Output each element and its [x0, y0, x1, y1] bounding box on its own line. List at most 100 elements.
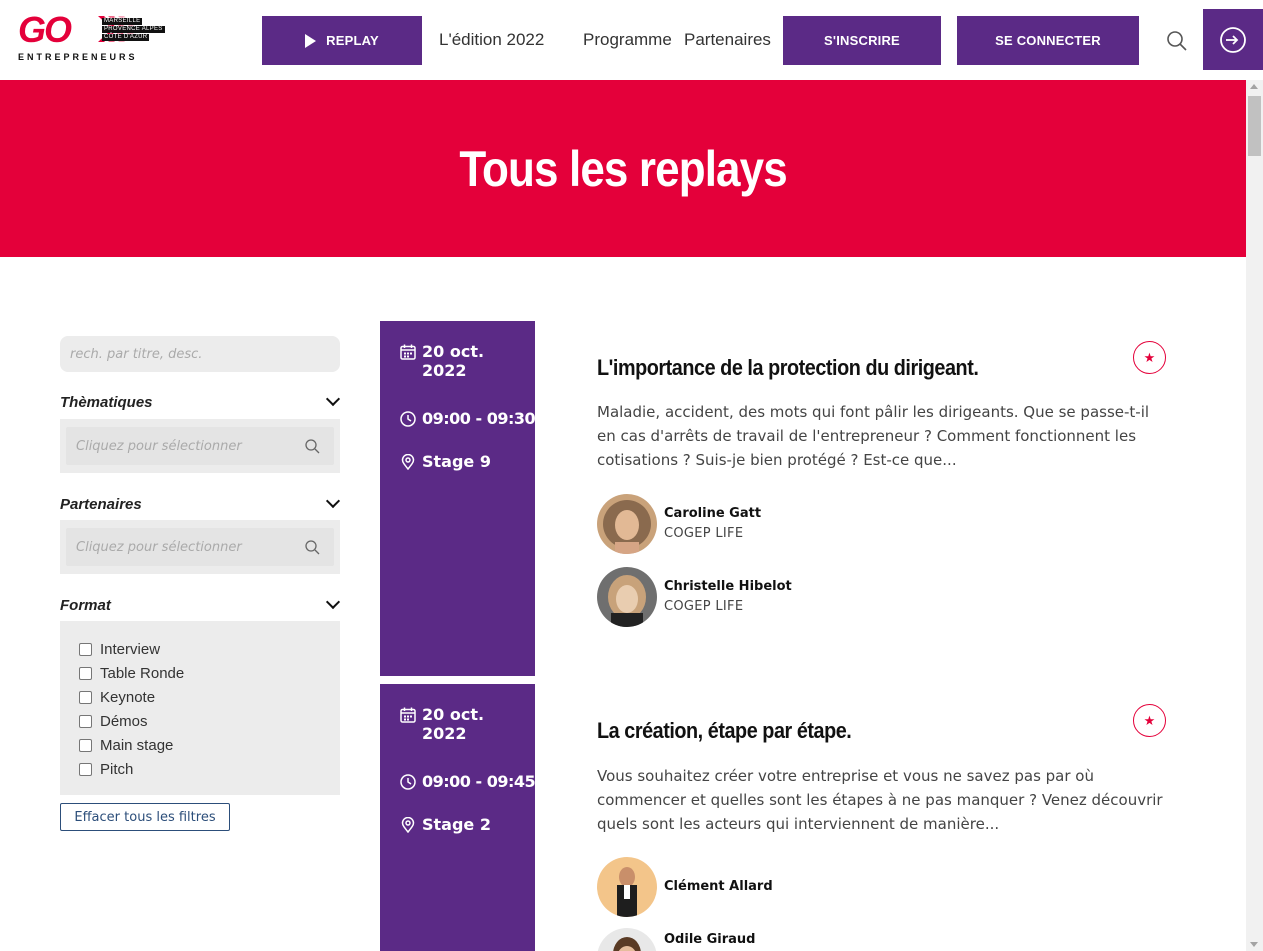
- scroll-up-icon[interactable]: [1250, 84, 1258, 89]
- filter-partenaires-box: Cliquez pour sélectionner: [60, 520, 340, 574]
- session-stage-text: Stage 2: [422, 815, 491, 834]
- format-option[interactable]: Démos: [79, 709, 184, 733]
- session-date-text: 20 oct. 2022: [422, 705, 485, 743]
- session-time: 09:00 - 09:45: [400, 772, 536, 791]
- speaker-card[interactable]: Odile Giraud: [597, 928, 897, 951]
- session-time-text: 09:00 - 09:30: [422, 409, 536, 428]
- session-meta-panel: 20 oct. 2022 09:00 - 09:45 Stage 2: [380, 684, 536, 951]
- se-connecter-button[interactable]: SE CONNECTER: [957, 16, 1139, 65]
- format-option[interactable]: Main stage: [79, 733, 184, 757]
- format-option-label: Main stage: [100, 736, 174, 754]
- session-date-text: 20 oct. 2022: [422, 342, 485, 380]
- checkbox[interactable]: [79, 738, 92, 752]
- session-date: 20 oct. 2022: [400, 342, 512, 380]
- format-option[interactable]: Pitch: [79, 757, 184, 781]
- checkbox[interactable]: [79, 762, 92, 776]
- filter-format-toggle[interactable]: Format: [60, 594, 342, 615]
- speaker-card[interactable]: Christelle Hibelot COGEP LIFE: [597, 567, 897, 627]
- session-meta-panel: 20 oct. 2022 09:00 - 09:30 Stage 9: [380, 321, 536, 676]
- speaker-company: COGEP LIFE: [664, 526, 744, 541]
- logo-region-text: MARSEILLE PROVENCE ALPES CÔTE D'AZUR: [102, 18, 165, 41]
- replay-button[interactable]: REPLAY: [262, 16, 422, 65]
- search-input[interactable]: [60, 336, 340, 372]
- session-title[interactable]: La création, étape par étape.: [597, 718, 852, 744]
- checkbox[interactable]: [79, 690, 92, 704]
- avatar: [597, 494, 657, 554]
- filter-partenaires-label: Partenaires: [60, 495, 142, 513]
- scrollbar-thumb[interactable]: [1248, 96, 1261, 156]
- clock-icon: [400, 411, 416, 427]
- format-option[interactable]: Interview: [79, 637, 184, 661]
- speaker-name: Caroline Gatt: [664, 506, 762, 521]
- speaker-company: COGEP LIFE: [664, 599, 744, 614]
- avatar: [597, 928, 657, 951]
- session-title[interactable]: L'importance de la protection du dirigea…: [597, 355, 979, 381]
- session-time: 09:00 - 09:30: [400, 409, 536, 428]
- partenaires-select[interactable]: Cliquez pour sélectionner: [66, 528, 334, 566]
- speaker-name: Odile Giraud: [664, 932, 756, 947]
- calendar-icon: [400, 344, 416, 360]
- page-scrollbar[interactable]: [1246, 80, 1263, 951]
- filter-thematiques-label: Thèmatiques: [60, 393, 153, 411]
- avatar: [597, 567, 657, 627]
- scroll-down-icon[interactable]: [1250, 942, 1258, 947]
- login-arrow-icon: [1220, 26, 1246, 53]
- format-option-label: Interview: [100, 640, 161, 658]
- search-icon: [305, 439, 320, 454]
- map-pin-icon: [401, 454, 415, 470]
- checkbox[interactable]: [79, 714, 92, 728]
- favorite-star-button[interactable]: ★: [1133, 704, 1166, 737]
- speaker-card[interactable]: Clément Allard: [597, 857, 897, 917]
- filter-format-label: Format: [60, 596, 111, 614]
- go-entrepreneurs-logo[interactable]: GO MARSEILLE PROVENCE ALPES CÔTE D'AZUR …: [18, 9, 165, 64]
- hero-banner: Tous les replays: [0, 80, 1246, 257]
- star-icon: ★: [1143, 349, 1156, 365]
- format-option[interactable]: Keynote: [79, 685, 184, 709]
- filter-format-box: Interview Table Ronde Keynote Démos Main…: [60, 621, 340, 795]
- speaker-card[interactable]: Caroline Gatt COGEP LIFE: [597, 494, 897, 554]
- chevron-down-icon: [325, 391, 341, 407]
- session-stage: Stage 9: [400, 452, 491, 471]
- calendar-icon: [400, 707, 416, 723]
- filter-partenaires-toggle[interactable]: Partenaires: [60, 493, 342, 514]
- avatar: [597, 857, 657, 917]
- format-option-label: Keynote: [100, 688, 156, 706]
- checkbox[interactable]: [79, 642, 92, 656]
- search-icon[interactable]: [1166, 30, 1188, 52]
- chevron-down-icon: [325, 493, 341, 509]
- session-stage-text: Stage 9: [422, 452, 491, 471]
- play-icon: [305, 33, 317, 48]
- logo-entrepreneurs-text: ENTREPRENEURS: [18, 52, 138, 62]
- favorite-star-button[interactable]: ★: [1133, 341, 1166, 374]
- logo-go-text: GO: [18, 9, 72, 50]
- nav-partenaires[interactable]: Partenaires: [684, 30, 771, 50]
- session-description: Maladie, accident, des mots qui font pâl…: [597, 403, 1150, 469]
- session-time-text: 09:00 - 09:45: [422, 772, 536, 791]
- nav-edition-2022[interactable]: L'édition 2022: [439, 30, 544, 50]
- nav-programme[interactable]: Programme: [583, 30, 672, 50]
- inscrire-button[interactable]: S'INSCRIRE: [783, 16, 941, 65]
- format-option-label: Démos: [100, 712, 148, 730]
- login-button[interactable]: [1203, 9, 1263, 70]
- format-option-label: Table Ronde: [100, 664, 185, 682]
- thematiques-select[interactable]: Cliquez pour sélectionner: [66, 427, 334, 465]
- session-date: 20 oct. 2022: [400, 705, 512, 743]
- filter-thematiques-toggle[interactable]: Thèmatiques: [60, 391, 342, 412]
- page-title: Tous les replays: [459, 140, 787, 197]
- filter-thematiques-box: Cliquez pour sélectionner: [60, 419, 340, 473]
- session-description: Vous souhaitez créer votre entreprise et…: [597, 767, 1163, 833]
- checkbox[interactable]: [79, 666, 92, 680]
- session-stage: Stage 2: [400, 815, 491, 834]
- partenaires-placeholder: Cliquez pour sélectionner: [76, 539, 242, 555]
- format-options: Interview Table Ronde Keynote Démos Main…: [79, 637, 184, 781]
- chevron-down-icon: [325, 594, 341, 610]
- clear-filters-button[interactable]: Effacer tous les filtres: [60, 803, 230, 831]
- star-icon: ★: [1143, 712, 1156, 728]
- map-pin-icon: [401, 817, 415, 833]
- search-icon: [305, 540, 320, 555]
- speaker-name: Clément Allard: [664, 879, 773, 894]
- format-option[interactable]: Table Ronde: [79, 661, 184, 685]
- clock-icon: [400, 774, 416, 790]
- site-header: GO MARSEILLE PROVENCE ALPES CÔTE D'AZUR …: [0, 0, 1263, 80]
- format-option-label: Pitch: [100, 760, 134, 778]
